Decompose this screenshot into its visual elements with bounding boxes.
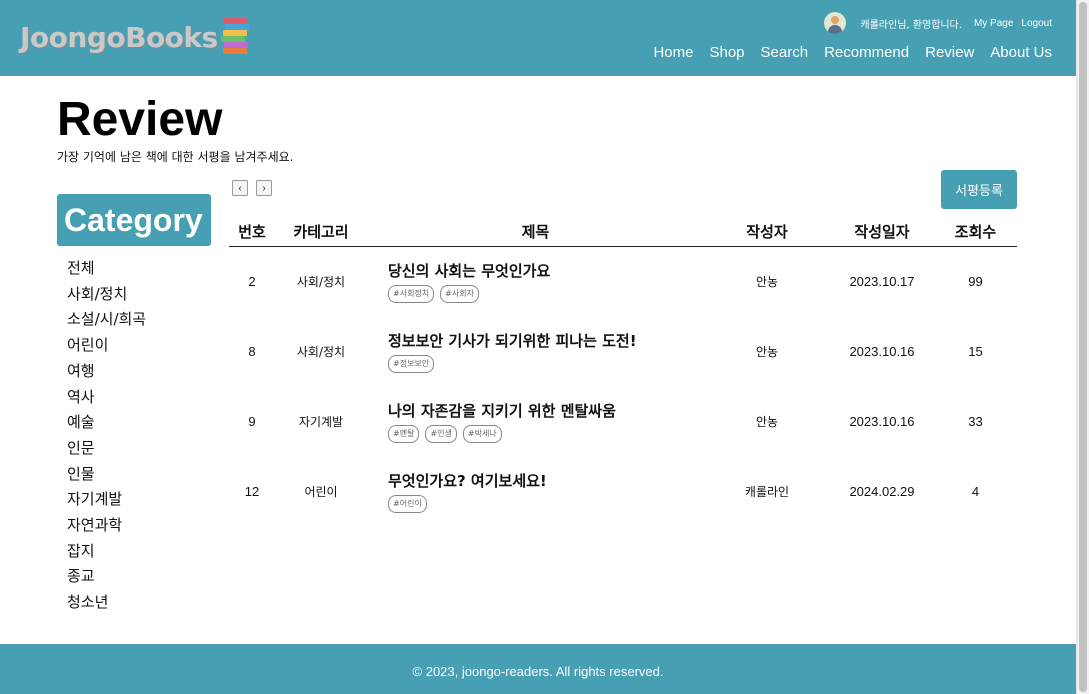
category-item[interactable]: 종교	[67, 564, 146, 590]
header-views: 조회수	[934, 218, 1017, 247]
row-category: 사회/정치	[296, 274, 346, 289]
category-item[interactable]: 역사	[67, 385, 146, 411]
tag-badge[interactable]: #멘탈	[388, 424, 420, 443]
category-item[interactable]: 잡지	[67, 539, 146, 565]
row-views: 4	[971, 483, 980, 499]
header-title: 제목	[367, 218, 704, 247]
header-no: 번호	[229, 218, 275, 247]
row-title[interactable]: 당신의 사회는 무엇인가요	[388, 260, 704, 281]
table-row[interactable]: 2 사회/정치 당신의 사회는 무엇인가요 #사회정치 #사회자 안농 2023…	[229, 246, 1017, 316]
row-no: 12	[244, 483, 260, 499]
nav-recommend[interactable]: Recommend	[824, 44, 909, 61]
user-bar: 캐롤라인님, 환영합니다. My Page Logout	[824, 12, 1052, 34]
row-tags: #멘탈 #인생 #박세나	[388, 424, 704, 443]
header-author: 작성자	[704, 218, 830, 247]
row-author: 안농	[755, 344, 779, 359]
category-item[interactable]: 어린이	[67, 333, 146, 359]
row-category: 사회/정치	[296, 344, 346, 359]
nav-shop[interactable]: Shop	[709, 44, 744, 61]
row-author: 안농	[755, 414, 779, 429]
books-stack-icon	[220, 18, 250, 56]
row-date: 2023.10.16	[849, 343, 915, 359]
nav-review[interactable]: Review	[925, 44, 974, 61]
row-no: 2	[248, 273, 256, 289]
welcome-text: 캐롤라인님, 환영합니다.	[860, 19, 962, 31]
tag-badge[interactable]: #어린이	[388, 494, 427, 513]
category-item[interactable]: 여행	[67, 359, 146, 385]
logo[interactable]: JoongoBooks	[20, 18, 250, 56]
copyright-text: © 2023, joongo-readers. All rights reser…	[412, 664, 664, 679]
pager: ‹ ›	[232, 180, 272, 196]
category-item[interactable]: 소설/시/희곡	[67, 307, 146, 333]
header-date: 작성일자	[830, 218, 934, 247]
review-table: 번호 카테고리 제목 작성자 작성일자 조회수 2 사회/정치 당신의 사회는 …	[229, 218, 1017, 526]
row-title[interactable]: 정보보안 기사가 되기위한 피나는 도전!	[388, 330, 704, 351]
row-date: 2023.10.17	[849, 273, 915, 289]
row-date: 2024.02.29	[849, 483, 915, 499]
scrollbar-thumb[interactable]	[1079, 2, 1087, 692]
category-item[interactable]: 자연과학	[67, 513, 146, 539]
row-title-cell: 무엇인가요? 여기보세요! #어린이	[367, 456, 704, 526]
site-header: JoongoBooks 캐롤라인님, 환영합니다. My Page Logout…	[0, 0, 1076, 76]
category-item[interactable]: 사회/정치	[67, 282, 146, 308]
table-row[interactable]: 12 어린이 무엇인가요? 여기보세요! #어린이 캐롤라인 2024.02.2…	[229, 456, 1017, 526]
category-item[interactable]: 인문	[67, 436, 146, 462]
tag-badge[interactable]: #정보보안	[388, 354, 435, 373]
table-header-row: 번호 카테고리 제목 작성자 작성일자 조회수	[229, 218, 1017, 247]
avatar[interactable]	[824, 12, 847, 34]
page-title: Review	[57, 93, 223, 146]
header-category: 카테고리	[275, 218, 367, 247]
logo-text: JoongoBooks	[20, 20, 218, 54]
row-views: 33	[968, 413, 983, 429]
category-item[interactable]: 청소년	[67, 590, 146, 616]
nav-about[interactable]: About Us	[990, 44, 1052, 61]
category-item[interactable]: 전체	[67, 256, 146, 282]
row-category: 어린이	[304, 484, 338, 499]
vertical-scrollbar[interactable]	[1076, 0, 1089, 694]
row-date: 2023.10.16	[849, 413, 915, 429]
category-item[interactable]: 자기계발	[67, 487, 146, 513]
prev-page-button[interactable]: ‹	[232, 180, 248, 196]
row-no: 9	[248, 413, 256, 429]
tag-badge[interactable]: #사회자	[440, 284, 479, 303]
logout-link[interactable]: Logout	[1021, 18, 1052, 29]
next-page-button[interactable]: ›	[256, 180, 272, 196]
row-tags: #사회정치 #사회자	[388, 284, 704, 303]
category-item[interactable]: 인물	[67, 462, 146, 488]
nav-home[interactable]: Home	[653, 44, 693, 61]
row-title-cell: 나의 자존감을 지키기 위한 멘탈싸움 #멘탈 #인생 #박세나	[367, 386, 704, 456]
row-author: 안농	[755, 274, 779, 289]
row-title-cell: 당신의 사회는 무엇인가요 #사회정치 #사회자	[367, 246, 704, 316]
category-list: 전체 사회/정치 소설/시/희곡 어린이 여행 역사 예술 인문 인물 자기계발…	[67, 256, 146, 616]
row-title[interactable]: 무엇인가요? 여기보세요!	[388, 470, 704, 491]
tag-badge[interactable]: #사회정치	[388, 284, 435, 303]
row-views: 99	[968, 273, 983, 289]
tag-badge[interactable]: #박세나	[462, 424, 502, 443]
page: JoongoBooks 캐롤라인님, 환영합니다. My Page Logout…	[0, 0, 1089, 694]
page-subtitle: 가장 기억에 남은 책에 대한 서평을 남겨주세요.	[57, 150, 294, 164]
category-item[interactable]: 예술	[67, 410, 146, 436]
table-row[interactable]: 8 사회/정치 정보보안 기사가 되기위한 피나는 도전! #정보보안 안농 2…	[229, 316, 1017, 386]
row-tags: #정보보안	[388, 354, 704, 373]
main-nav: Home Shop Search Recommend Review About …	[653, 44, 1052, 61]
table-row[interactable]: 9 자기계발 나의 자존감을 지키기 위한 멘탈싸움 #멘탈 #인생 #박세나 …	[229, 386, 1017, 456]
mypage-link[interactable]: My Page	[974, 18, 1013, 29]
row-title[interactable]: 나의 자존감을 지키기 위한 멘탈싸움	[388, 400, 704, 421]
category-heading: Category	[57, 194, 211, 246]
site-footer: © 2023, joongo-readers. All rights reser…	[0, 644, 1076, 694]
row-author: 캐롤라인	[744, 484, 790, 499]
write-review-button[interactable]: 서평등록	[941, 170, 1017, 209]
row-category: 자기계발	[298, 414, 344, 429]
row-views: 15	[968, 343, 983, 359]
tag-badge[interactable]: #인생	[425, 424, 457, 443]
nav-search[interactable]: Search	[761, 44, 809, 61]
row-no: 8	[248, 343, 256, 359]
row-tags: #어린이	[388, 494, 704, 513]
row-title-cell: 정보보안 기사가 되기위한 피나는 도전! #정보보안	[367, 316, 704, 386]
